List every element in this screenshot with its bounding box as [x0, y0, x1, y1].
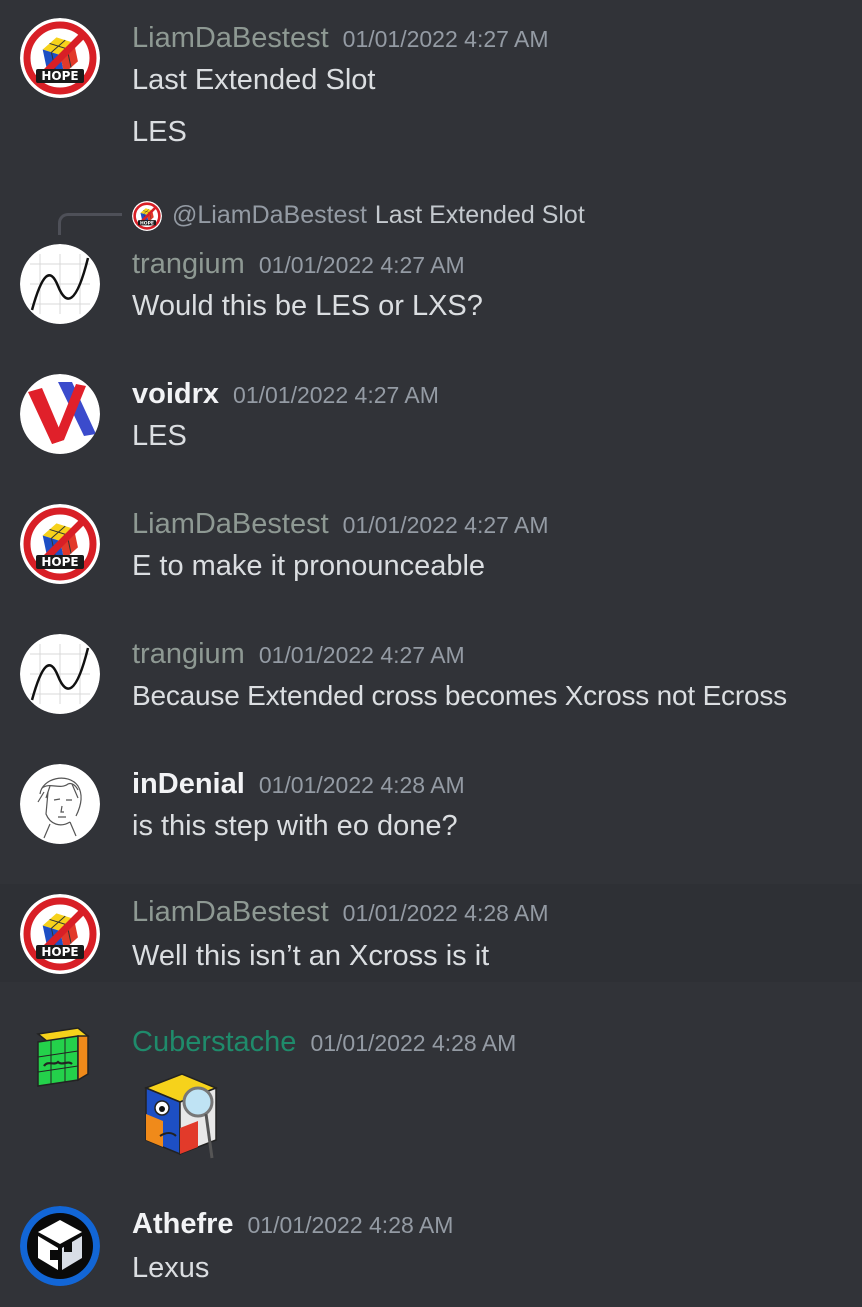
username[interactable]: voidrx [132, 378, 219, 410]
message-text: Well this isn’t an Xcross is it [132, 940, 490, 972]
timestamp: 01/01/2022 4:27 AM [342, 512, 549, 538]
timestamp: 01/01/2022 4:27 AM [233, 382, 439, 408]
graph-curve-avatar[interactable] [20, 634, 100, 714]
reply-preview[interactable]: @LiamDaBestest Last Extended Slot [172, 195, 585, 235]
v-logo-avatar[interactable] [20, 374, 100, 454]
cube-magnifier-emoji[interactable] [132, 1068, 228, 1164]
username[interactable]: Athefre [132, 1208, 234, 1240]
message-text: Would this be LES or LXS? [132, 290, 483, 322]
message-group: voidrx 01/01/2022 4:27 AM LES [0, 368, 862, 478]
message-group: Athefre 01/01/2022 4:28 AM Lexus [0, 1200, 862, 1307]
message-text: E to make it pronounceable [132, 550, 486, 582]
message-header: trangium 01/01/2022 4:27 AM [132, 634, 465, 674]
message-text: is this step with eo done? [132, 810, 458, 842]
message-header: inDenial 01/01/2022 4:28 AM [132, 764, 465, 804]
username[interactable]: Cuberstache [132, 1026, 296, 1058]
timestamp: 01/01/2022 4:28 AM [258, 772, 465, 798]
username[interactable]: LiamDaBestest [132, 508, 329, 540]
sketch-portrait-avatar[interactable] [20, 764, 100, 844]
message-header: trangium 01/01/2022 4:27 AM [132, 244, 465, 284]
message-header: Athefre 01/01/2022 4:28 AM [132, 1204, 453, 1244]
reply-reference[interactable]: @LiamDaBestest Last Extended Slot [0, 195, 862, 235]
username[interactable]: trangium [132, 248, 245, 280]
hope-cube-avatar[interactable] [20, 504, 100, 584]
timestamp: 01/01/2022 4:27 AM [342, 26, 549, 52]
hope-cube-avatar[interactable] [20, 18, 100, 98]
message-text: LES [132, 420, 187, 452]
timestamp: 01/01/2022 4:28 AM [247, 1212, 454, 1238]
timestamp: 01/01/2022 4:27 AM [258, 642, 465, 668]
message-group: LiamDaBestest 01/01/2022 4:27 AM Last Ext… [0, 0, 862, 178]
hope-cube-avatar[interactable] [20, 894, 100, 974]
reply-avatar-icon [132, 201, 162, 231]
timestamp: 01/01/2022 4:28 AM [310, 1030, 517, 1056]
message-group: trangium 01/01/2022 4:27 AM Would this be… [0, 238, 862, 338]
timestamp: 01/01/2022 4:27 AM [258, 252, 465, 278]
graph-curve-avatar[interactable] [20, 244, 100, 324]
timestamp: 01/01/2022 4:28 AM [342, 900, 549, 926]
username[interactable]: LiamDaBestest [132, 22, 329, 54]
message-header: LiamDaBestest 01/01/2022 4:27 AM [132, 18, 549, 58]
message-group: inDenial 01/01/2022 4:28 AM is this step … [0, 758, 862, 868]
message-header: LiamDaBestest 01/01/2022 4:28 AM [132, 892, 549, 932]
mustache-cube-avatar[interactable] [20, 1024, 100, 1104]
message-text: Last Extended Slot [132, 64, 376, 96]
username[interactable]: trangium [132, 638, 245, 670]
message-text: LES [132, 116, 187, 148]
reply-content: Last Extended Slot [374, 201, 585, 229]
chat-message-list[interactable]: LiamDaBestest 01/01/2022 4:27 AM Last Ext… [0, 0, 862, 1307]
blue-cube-logo-avatar[interactable] [20, 1206, 100, 1286]
reply-mention[interactable]: @LiamDaBestest [172, 201, 367, 229]
reply-connector-line [58, 213, 122, 235]
message-header: voidrx 01/01/2022 4:27 AM [132, 374, 439, 414]
message-group: Cuberstache 01/01/2022 4:28 AM [0, 1018, 862, 1168]
message-text: Because Extended cross becomes Xcross no… [132, 680, 787, 711]
message-text: Lexus [132, 1252, 210, 1284]
message-group-hovered: LiamDaBestest 01/01/2022 4:28 AM Well thi… [0, 884, 862, 982]
username[interactable]: LiamDaBestest [132, 896, 329, 928]
message-group: trangium 01/01/2022 4:27 AM Because Exten… [0, 628, 862, 738]
message-header: Cuberstache 01/01/2022 4:28 AM [132, 1022, 516, 1062]
message-group: LiamDaBestest 01/01/2022 4:27 AM E to mak… [0, 498, 862, 608]
message-header: LiamDaBestest 01/01/2022 4:27 AM [132, 504, 549, 544]
username[interactable]: inDenial [132, 768, 245, 800]
